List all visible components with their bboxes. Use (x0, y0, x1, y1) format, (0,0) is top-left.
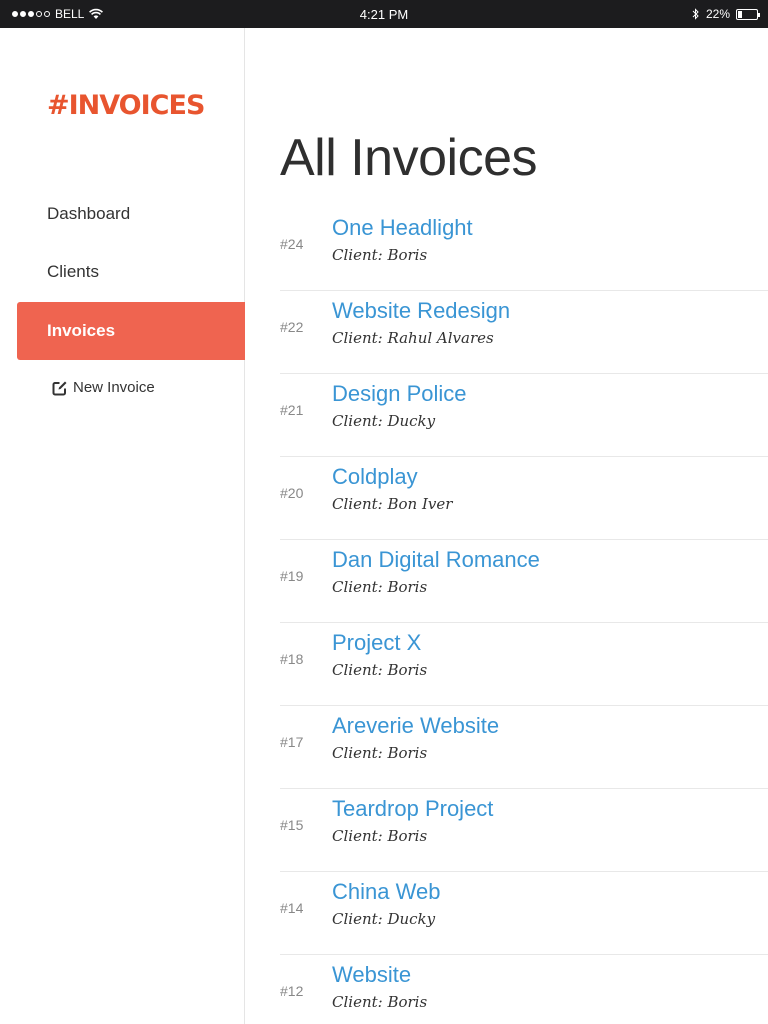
invoice-client: Client: Ducky (332, 412, 436, 430)
main-content: All Invoices #24 One Headlight Client: Bor… (246, 28, 768, 1024)
sidebar-item-invoices[interactable]: Invoices (17, 302, 245, 360)
app-logo[interactable]: #INVOICES (47, 90, 205, 121)
invoice-title-link[interactable]: Design Police (332, 381, 467, 407)
invoice-client: Client: Bon Iver (332, 495, 453, 513)
invoice-row[interactable]: #19 Dan Digital Romance Client: Boris (280, 540, 768, 623)
invoice-number: #19 (280, 568, 304, 584)
invoice-title-link[interactable]: Website Redesign (332, 298, 510, 324)
invoice-title-link[interactable]: China Web (332, 879, 440, 905)
invoice-client: Client: Boris (332, 993, 428, 1011)
new-invoice-link[interactable]: New Invoice (52, 379, 155, 396)
invoice-title-link[interactable]: Coldplay (332, 464, 418, 490)
invoice-number: #21 (280, 402, 304, 418)
sidebar-item-dashboard[interactable]: Dashboard (17, 185, 245, 243)
invoice-number: #14 (280, 900, 304, 916)
invoice-client: Client: Boris (332, 578, 428, 596)
bluetooth-icon (692, 8, 699, 20)
invoice-row[interactable]: #17 Areverie Website Client: Boris (280, 706, 768, 789)
invoice-title-link[interactable]: Areverie Website (332, 713, 499, 739)
invoice-number: #20 (280, 485, 304, 501)
invoice-row[interactable]: #12 Website Client: Boris (280, 955, 768, 1024)
invoice-title-link[interactable]: Project X (332, 630, 421, 656)
page-title: All Invoices (280, 129, 538, 187)
invoice-number: #12 (280, 983, 304, 999)
invoice-client: Client: Boris (332, 661, 428, 679)
invoice-number: #24 (280, 236, 304, 252)
invoice-title-link[interactable]: Website (332, 962, 411, 988)
battery-percent: 22% (705, 7, 730, 21)
new-invoice-label: New Invoice (73, 379, 155, 396)
status-bar-right: 22% (692, 7, 760, 21)
invoice-title-link[interactable]: One Headlight (332, 215, 473, 241)
invoice-client: Client: Boris (332, 744, 428, 762)
invoice-number: #22 (280, 319, 304, 335)
invoice-number: #17 (280, 734, 304, 750)
invoice-client: Client: Boris (332, 246, 428, 264)
invoice-number: #15 (280, 817, 304, 833)
invoice-row[interactable]: #24 One Headlight Client: Boris (280, 208, 768, 291)
invoice-row[interactable]: #22 Website Redesign Client: Rahul Alvares (280, 291, 768, 374)
invoice-row[interactable]: #15 Teardrop Project Client: Boris (280, 789, 768, 872)
invoice-list: #24 One Headlight Client: Boris #22 Website … (280, 208, 768, 1024)
invoice-title-link[interactable]: Teardrop Project (332, 796, 493, 822)
battery-icon (736, 8, 760, 20)
status-bar: BELL 4:21 PM 22% (0, 0, 768, 28)
invoice-row[interactable]: #20 Coldplay Client: Bon Iver (280, 457, 768, 540)
invoice-row[interactable]: #14 China Web Client: Ducky (280, 872, 768, 955)
invoice-number: #18 (280, 651, 304, 667)
sidebar-item-clients[interactable]: Clients (17, 243, 245, 301)
invoice-title-link[interactable]: Dan Digital Romance (332, 547, 540, 573)
invoice-client: Client: Boris (332, 827, 428, 845)
invoice-row[interactable]: #21 Design Police Client: Ducky (280, 374, 768, 457)
invoice-client: Client: Ducky (332, 910, 436, 928)
status-time: 4:21 PM (359, 7, 409, 22)
invoice-row[interactable]: #18 Project X Client: Boris (280, 623, 768, 706)
compose-icon (52, 381, 67, 395)
invoice-client: Client: Rahul Alvares (332, 329, 494, 347)
sidebar: #INVOICES Dashboard Clients Invoices New… (0, 28, 245, 1024)
